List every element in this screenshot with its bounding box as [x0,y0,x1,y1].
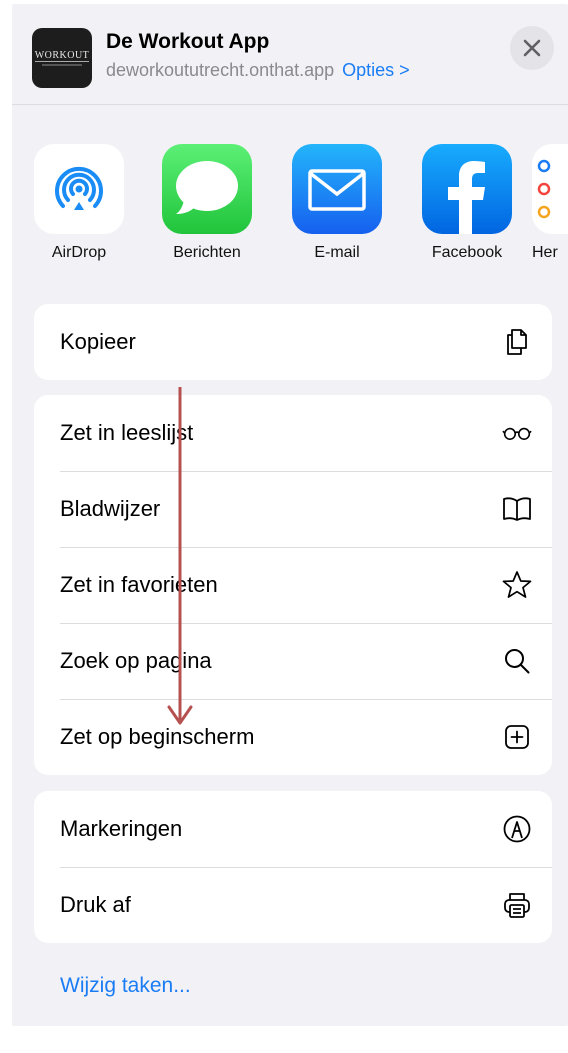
action-find-on-page[interactable]: Zoek op pagina [34,623,552,699]
facebook-icon [422,144,512,234]
share-app-mail[interactable]: E-mail [282,144,392,262]
action-markup[interactable]: Markeringen [34,791,552,867]
share-app-messages[interactable]: Berichten [152,144,262,262]
app-title: De Workout App [106,30,270,53]
markup-icon [502,814,532,844]
action-label: Markeringen [60,816,183,841]
share-app-label: Facebook [431,244,503,261]
copy-icon [502,327,532,357]
app-logo: WORKOUT [32,28,92,88]
share-sheet: WORKOUT De Workout App deworkoututrecht.… [12,4,568,1026]
action-add-reading-list[interactable]: Zet in leeslijst [34,395,552,471]
star-icon [502,570,532,600]
close-button[interactable] [510,26,554,70]
share-sheet-header: WORKOUT De Workout App deworkoututrecht.… [12,4,568,105]
action-group-tools: Markeringen Druk af [34,791,552,943]
action-bookmark[interactable]: Bladwijzer [34,471,552,547]
share-app-airdrop[interactable]: AirDrop [24,144,134,262]
app-url: deworkoututrecht.onthat.app [106,60,335,80]
airdrop-icon [34,144,124,234]
add-square-icon [502,722,532,752]
share-app-label: E-mail [314,244,360,261]
action-copy[interactable]: Kopieer [34,304,552,380]
action-group-copy: Kopieer [34,304,552,380]
action-group-browser: Zet in leeslijst Bladwijzer Zet in favor… [34,395,552,775]
reminders-icon [532,144,568,234]
share-app-label: Her [532,244,558,261]
mail-icon [292,144,382,234]
share-apps-row: AirDrop Berichten E-mail Facebook Her [12,144,568,274]
action-label: Druk af [60,892,131,917]
search-icon [502,646,532,676]
action-label: Zet op beginscherm [60,724,255,749]
app-url-row: deworkoututrecht.onthat.app Opties > [106,60,410,81]
book-icon [502,494,532,524]
share-app-reminders[interactable]: Her [532,144,568,262]
share-app-facebook[interactable]: Facebook [412,144,522,262]
action-add-favorites[interactable]: Zet in favorieten [34,547,552,623]
action-add-home-screen[interactable]: Zet op beginscherm [34,699,552,775]
share-app-label: AirDrop [51,244,107,261]
printer-icon [502,890,532,920]
messages-icon [162,144,252,234]
action-label: Bladwijzer [60,496,161,521]
options-link[interactable]: Opties > [342,60,410,80]
action-label: Zet in leeslijst [60,420,194,445]
action-label: Zoek op pagina [60,648,212,673]
action-label: Kopieer [60,329,136,354]
share-app-label: Berichten [173,244,241,261]
close-icon [523,39,541,57]
action-label: Zet in favorieten [60,572,218,597]
edit-actions-link[interactable]: Wijzig taken... [60,974,191,998]
app-logo-text: WORKOUT [34,50,90,62]
glasses-icon [502,418,532,448]
action-print[interactable]: Druk af [34,867,552,943]
